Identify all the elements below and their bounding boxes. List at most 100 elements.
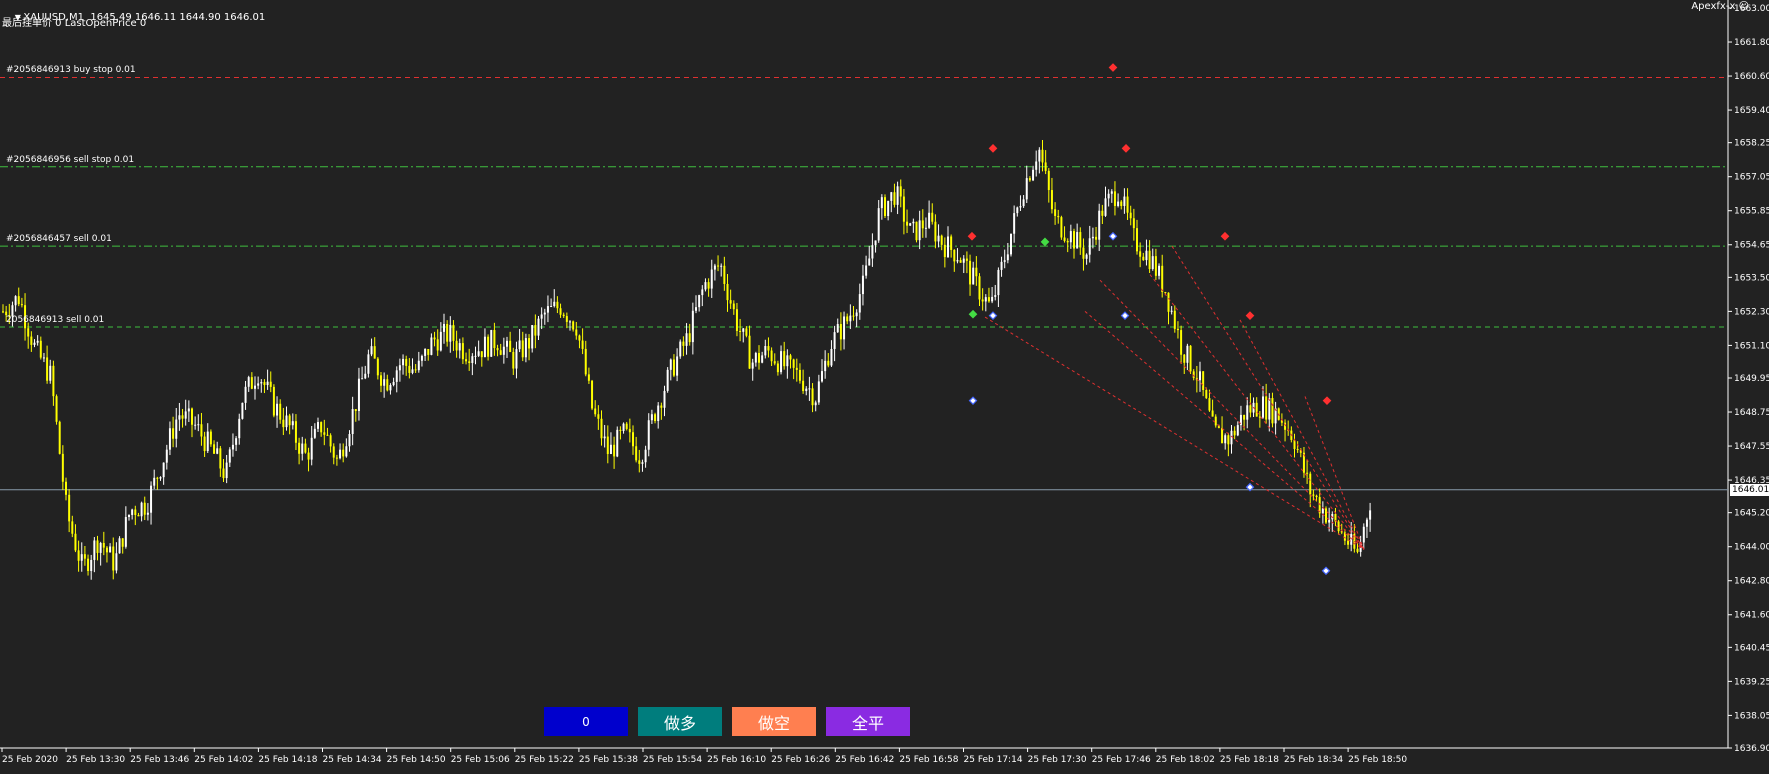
order-line-label[interactable]: 2056846913 sell 0.01 — [6, 315, 104, 325]
candle-body — [679, 341, 682, 357]
candle-body — [310, 437, 313, 460]
candle-body — [975, 267, 978, 277]
y-tick-label: 1660.60 — [1734, 72, 1769, 82]
y-tick-label: 1658.25 — [1734, 139, 1769, 149]
signal-diamond-icon — [1121, 143, 1131, 153]
candle-body — [1101, 210, 1104, 216]
trade-connector-line — [1084, 310, 1365, 550]
candle-body — [250, 377, 253, 389]
candle-body — [209, 431, 212, 445]
candle-body — [1117, 201, 1120, 206]
candle-body — [39, 340, 42, 358]
candle-body — [36, 340, 39, 343]
candle-body — [1132, 218, 1135, 229]
order-line-label[interactable]: #2056846913 buy stop 0.01 — [6, 65, 136, 75]
y-tick-label: 1639.25 — [1734, 677, 1769, 687]
sell-button[interactable]: 做空 — [732, 707, 816, 736]
candle-body — [827, 360, 830, 366]
candle-body — [109, 546, 112, 553]
candle-body — [581, 340, 584, 349]
candle-body — [417, 360, 420, 371]
count-button[interactable]: 0 — [544, 707, 628, 736]
candle-body — [323, 432, 326, 435]
price-chart[interactable]: 1663.001661.801660.601659.401658.251657.… — [0, 0, 1769, 774]
candle-body — [90, 559, 93, 571]
x-tick-label: 25 Feb 17:14 — [964, 755, 1023, 765]
candle-body — [761, 355, 764, 363]
candle-body — [71, 521, 74, 534]
candle-body — [156, 477, 159, 479]
candle-body — [843, 316, 846, 340]
candle-body — [1006, 254, 1009, 261]
candle-body — [376, 358, 379, 376]
candle-body — [216, 448, 219, 454]
candle-body — [181, 415, 184, 419]
trade-connector-line — [984, 316, 1365, 550]
candle-body — [326, 434, 329, 436]
candle-body — [644, 449, 647, 463]
candle-body — [1000, 261, 1003, 270]
x-tick-label: 25 Feb 16:58 — [899, 755, 958, 765]
candle-body — [1095, 236, 1098, 240]
candle-body — [575, 329, 578, 336]
candle-body — [877, 208, 880, 241]
candle-body — [729, 300, 732, 304]
candle-body — [735, 309, 738, 331]
close-all-button[interactable]: 全平 — [826, 707, 910, 736]
smiley-icon: ☺ — [1735, 1, 1749, 12]
candle-body — [798, 369, 801, 381]
candle-body — [918, 220, 921, 241]
chart-window[interactable]: 1663.00 1661.80 1660.60 1659.40 1658.25 1657.… — [0, 0, 1769, 774]
candle-body — [461, 343, 464, 360]
candle-body — [1148, 250, 1151, 270]
candle-body — [591, 380, 594, 409]
candle-body — [666, 369, 669, 391]
candle-body — [58, 421, 61, 454]
candle-body — [191, 408, 193, 425]
candle-body — [647, 420, 650, 450]
candle-body — [509, 340, 512, 352]
candle-body — [1022, 199, 1025, 207]
candle-body — [852, 315, 855, 317]
candle-body — [279, 403, 282, 420]
candle-body — [493, 330, 496, 349]
candle-body — [1044, 162, 1047, 171]
candle-body — [676, 356, 679, 376]
candle-body — [414, 369, 417, 371]
x-tick-label: 25 Feb 16:26 — [771, 755, 830, 765]
candle-body — [717, 265, 720, 267]
candle-body — [162, 462, 165, 478]
candle-body — [849, 315, 852, 322]
candle-body — [572, 321, 575, 330]
candle-body — [137, 515, 140, 517]
candle-body — [861, 275, 864, 295]
buy-button[interactable]: 做多 — [638, 707, 722, 736]
x-tick-label: 25 Feb 15:54 — [643, 755, 702, 765]
candle-body — [965, 258, 968, 261]
candle-body — [776, 363, 779, 373]
candle-body — [490, 330, 493, 357]
order-line-label[interactable]: #2056846956 sell stop 0.01 — [6, 155, 134, 165]
candle-body — [704, 282, 707, 290]
candle-body — [471, 356, 474, 363]
candle-body — [443, 323, 445, 332]
candle-body — [713, 265, 716, 270]
candle-body — [496, 348, 499, 351]
candle-body — [433, 337, 436, 340]
candle-body — [521, 340, 524, 358]
candle-body — [1050, 190, 1053, 210]
candle-body — [1073, 231, 1075, 249]
candle-body — [569, 321, 571, 323]
candle-body — [219, 448, 222, 469]
signal-diamond-icon — [1040, 237, 1050, 247]
candle-body — [402, 358, 405, 366]
order-line-label[interactable]: #2056846457 sell 0.01 — [6, 234, 112, 244]
x-tick-label: 25 Feb 17:30 — [1028, 755, 1087, 765]
candle-body — [1183, 354, 1186, 363]
candle-body — [143, 502, 146, 515]
candle-body — [543, 312, 546, 315]
candle-body — [52, 365, 55, 397]
candle-body — [751, 362, 754, 369]
candle-body — [168, 428, 171, 450]
candle-body — [1013, 213, 1016, 234]
